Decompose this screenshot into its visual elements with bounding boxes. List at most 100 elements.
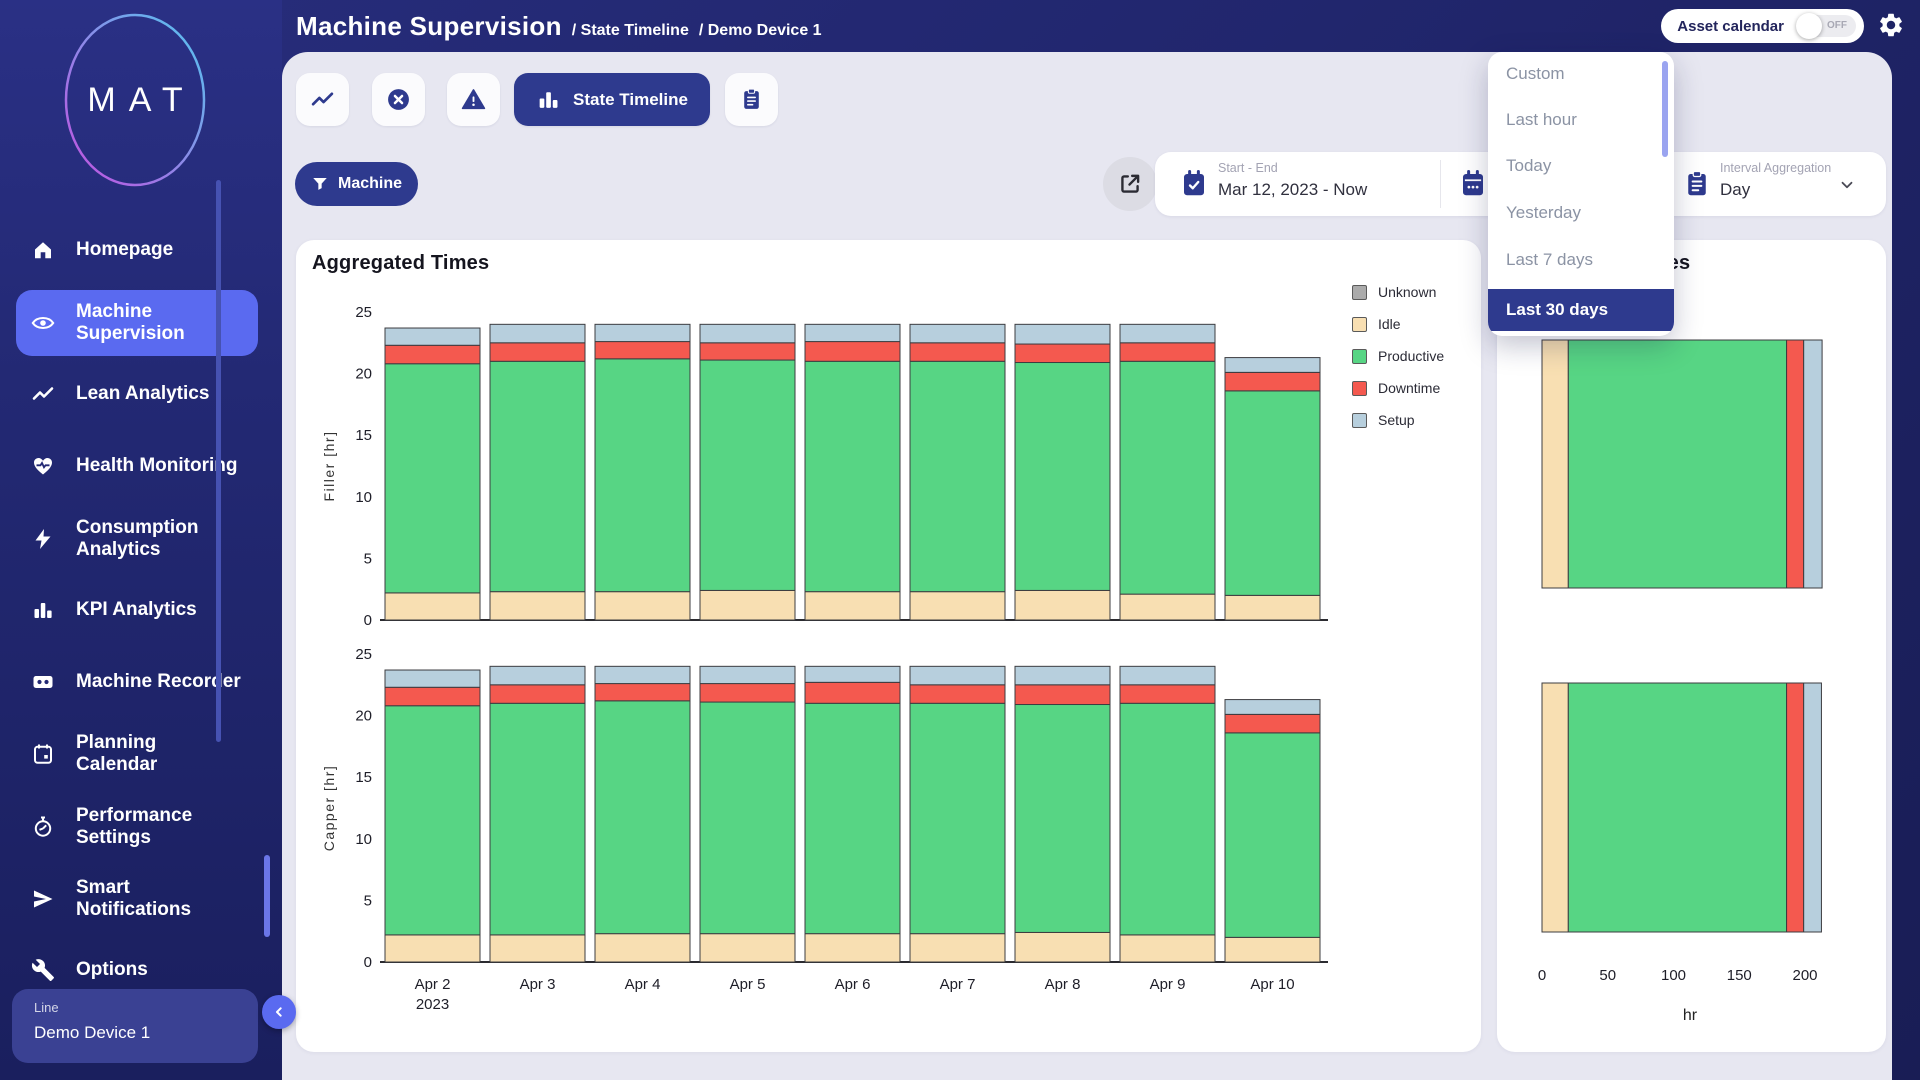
bar-segment-idle bbox=[1542, 340, 1568, 588]
trend-line-icon bbox=[30, 381, 56, 407]
bar-segment-setup bbox=[700, 324, 795, 342]
date-range-field[interactable]: Start - End Mar 12, 2023 - Now bbox=[1218, 161, 1367, 200]
x-tick-label: 150 bbox=[1727, 967, 1752, 984]
dropdown-item-custom[interactable]: Custom bbox=[1488, 53, 1674, 95]
interval-aggregation-field[interactable]: Interval Aggregation Day bbox=[1720, 161, 1831, 200]
bar-segment-downtime bbox=[1787, 683, 1804, 932]
tab-trend-view[interactable] bbox=[296, 73, 349, 126]
bar-segment-downtime bbox=[1225, 372, 1320, 390]
sidebar-item-label: Smart Notifications bbox=[76, 877, 191, 922]
horizontal-stacked-chart: 050100150200hr bbox=[1497, 240, 1886, 1052]
settings-button[interactable] bbox=[1876, 11, 1906, 41]
sidebar-item-consumption-analytics[interactable]: Consumption Analytics bbox=[0, 506, 282, 572]
bar-segment-downtime bbox=[385, 345, 480, 363]
sidebar-item-kpi-analytics[interactable]: KPI Analytics bbox=[0, 588, 282, 632]
sidebar-item-label: Machine Supervision bbox=[76, 301, 185, 346]
bar-segment-idle bbox=[1015, 932, 1110, 962]
bar-segment-downtime bbox=[385, 687, 480, 705]
calendar-check-icon bbox=[1179, 169, 1209, 199]
stacked-bar-charts: 0510152025Filler [hr]0510152025Capper [h… bbox=[296, 240, 1481, 1052]
breadcrumb: Machine Supervision / State Timeline / D… bbox=[296, 11, 822, 42]
y-tick-label: 15 bbox=[355, 427, 372, 444]
sidebar-item-machine-supervision[interactable]: Machine Supervision bbox=[16, 290, 258, 356]
breadcrumb-state-timeline[interactable]: / State Timeline bbox=[572, 22, 689, 40]
x-tick-label: Apr 3 bbox=[520, 976, 556, 993]
dropdown-item-today[interactable]: Today bbox=[1488, 145, 1674, 187]
dropdown-item-yesterday[interactable]: Yesterday bbox=[1488, 192, 1674, 234]
sidebar-item-lean-analytics[interactable]: Lean Analytics bbox=[0, 372, 282, 416]
sidebar-item-machine-recorder[interactable]: Machine Recorder bbox=[0, 660, 282, 704]
external-link-icon bbox=[1117, 171, 1143, 197]
bar-segment-setup bbox=[1015, 666, 1110, 684]
sidebar-item-health-monitoring[interactable]: Health Monitoring bbox=[0, 444, 282, 488]
clipboard-interval-icon bbox=[1682, 169, 1712, 199]
device-chip-line-label: Line bbox=[34, 1000, 258, 1015]
bar-segment-setup bbox=[1015, 324, 1110, 344]
bar-segment-setup bbox=[595, 666, 690, 683]
eye-icon bbox=[30, 310, 56, 336]
export-button[interactable] bbox=[1103, 157, 1157, 211]
bar-segment-downtime bbox=[490, 343, 585, 361]
machine-filter-button[interactable]: Machine bbox=[295, 162, 418, 206]
x-axis-label: hr bbox=[1683, 1007, 1698, 1024]
bar-segment-setup bbox=[700, 666, 795, 683]
asset-calendar-toggle-pill[interactable]: Asset calendar OFF bbox=[1661, 9, 1864, 43]
sidebar-item-label: Health Monitoring bbox=[76, 455, 237, 477]
sidebar-item-performance-settings[interactable]: Performance Settings bbox=[0, 794, 282, 860]
sidebar-item-label: Homepage bbox=[76, 239, 173, 261]
divider bbox=[1440, 160, 1441, 208]
y-tick-label: 20 bbox=[355, 366, 372, 383]
totals-card: Aggregated Times 050100150200hr bbox=[1497, 240, 1886, 1052]
bar-segment-productive bbox=[1015, 363, 1110, 591]
chevron-down-icon[interactable] bbox=[1838, 176, 1856, 194]
warning-triangle-icon bbox=[461, 87, 486, 112]
heart-pulse-icon bbox=[30, 453, 56, 479]
calendar-preset-icon[interactable] bbox=[1458, 169, 1488, 199]
sidebar-item-options[interactable]: Options bbox=[0, 948, 282, 992]
bar-segment-downtime bbox=[1120, 343, 1215, 361]
bar-segment-idle bbox=[1225, 937, 1320, 962]
sidebar-item-smart-notifications[interactable]: Smart Notifications bbox=[0, 866, 282, 932]
device-chip[interactable]: Line Demo Device 1 bbox=[12, 989, 258, 1063]
y-axis-label: Capper [hr] bbox=[321, 765, 337, 852]
wrench-icon bbox=[30, 957, 56, 983]
dropdown-item-last-hour[interactable]: Last hour bbox=[1488, 99, 1674, 141]
dropdown-scrollbar[interactable] bbox=[1662, 61, 1668, 157]
dropdown-item-last-7-days[interactable]: Last 7 days bbox=[1488, 239, 1674, 281]
sidebar-collapse-button[interactable] bbox=[262, 995, 296, 1029]
y-tick-label: 5 bbox=[364, 892, 372, 909]
bar-segment-downtime bbox=[805, 342, 900, 362]
sidebar-item-label: Performance Settings bbox=[76, 805, 192, 850]
toggle-state-label: OFF bbox=[1827, 20, 1847, 31]
tab-warnings-view[interactable] bbox=[447, 73, 500, 126]
dropdown-item-last-30-days[interactable]: Last 30 days bbox=[1488, 289, 1674, 331]
tab-state-timeline[interactable]: State Timeline bbox=[514, 73, 710, 126]
bar-segment-productive bbox=[1568, 340, 1786, 588]
sidebar-item-planning-calendar[interactable]: Planning Calendar bbox=[0, 721, 282, 787]
tab-errors-view[interactable] bbox=[372, 73, 425, 126]
y-tick-label: 0 bbox=[364, 612, 372, 629]
y-tick-label: 0 bbox=[364, 954, 372, 971]
trend-line-icon bbox=[310, 87, 335, 112]
sidebar-scrollbar-thumb[interactable] bbox=[264, 855, 270, 937]
aggregated-times-card: Aggregated Times Unknown Idle Productive… bbox=[296, 240, 1481, 1052]
tab-report-view[interactable] bbox=[725, 73, 778, 126]
breadcrumb-demo-device[interactable]: / Demo Device 1 bbox=[699, 22, 822, 40]
bar-segment-setup bbox=[490, 666, 585, 684]
bar-segment-idle bbox=[700, 934, 795, 962]
sidebar-item-homepage[interactable]: Homepage bbox=[0, 228, 282, 272]
sidebar-scrollbar[interactable] bbox=[216, 180, 221, 742]
asset-calendar-switch[interactable]: OFF bbox=[1796, 15, 1856, 37]
sidebar-item-label: Options bbox=[76, 959, 148, 981]
sidebar-item-label: Planning Calendar bbox=[76, 732, 157, 777]
bar-segment-productive bbox=[1015, 705, 1110, 933]
date-range-label: Start - End bbox=[1218, 161, 1367, 175]
bar-segment-idle bbox=[385, 935, 480, 962]
sidebar: MAT Homepage Machine Supervision Lean An… bbox=[0, 0, 282, 1080]
bar-segment-productive bbox=[1225, 391, 1320, 596]
sidebar-item-label: KPI Analytics bbox=[76, 599, 197, 621]
bar-segment-productive bbox=[490, 703, 585, 935]
interval-aggregation-value: Day bbox=[1720, 180, 1831, 200]
bar-segment-productive bbox=[595, 359, 690, 592]
x-tick-label: Apr 5 bbox=[730, 976, 766, 993]
